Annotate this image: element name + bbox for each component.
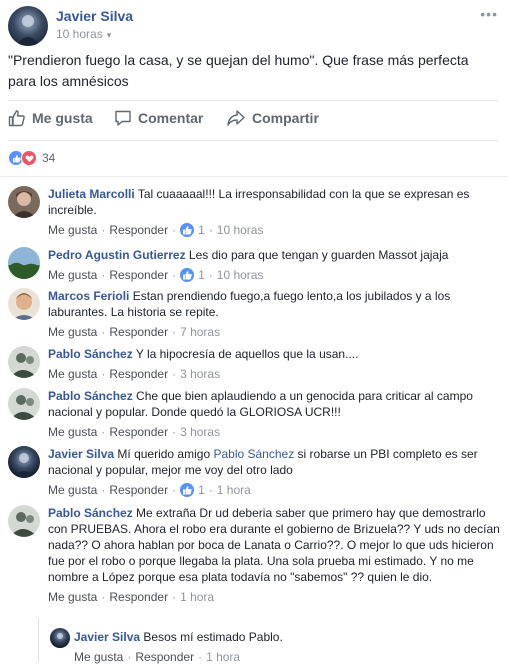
- caret-down-icon: ▾: [106, 30, 112, 40]
- comment-author[interactable]: Pablo Sánchez: [48, 389, 133, 403]
- share-arrow-icon: [227, 110, 245, 126]
- share-button[interactable]: Compartir: [226, 109, 319, 127]
- comment-text: Y la hipocresía de aquellos que la usan.…: [135, 347, 359, 361]
- comment-body: Javier Silva Mí querido amigo Pablo Sánc…: [48, 446, 500, 498]
- comment-author[interactable]: Pedro Agustin Gutierrez: [48, 248, 186, 262]
- comment-reply-link[interactable]: Responder: [135, 650, 194, 664]
- comment-time[interactable]: 1 hora: [217, 483, 251, 497]
- post-time-label: 10 horas: [56, 27, 103, 41]
- thumbs-up-icon: [8, 110, 25, 127]
- comment-like-count[interactable]: 1: [198, 268, 205, 282]
- comment-text: Mí querido amigo: [117, 447, 211, 461]
- comment-reply-link[interactable]: Responder: [109, 425, 168, 439]
- like-count-icon: [180, 223, 195, 237]
- comment-meta: Me gusta · Responder · 1 · 10 horas: [48, 223, 264, 237]
- divider: [8, 100, 498, 101]
- comment-like-link[interactable]: Me gusta: [48, 325, 97, 339]
- comment-like-count[interactable]: 1: [198, 483, 205, 497]
- avatar[interactable]: [8, 505, 40, 537]
- comment-author[interactable]: Pablo Sánchez: [48, 347, 133, 361]
- comment-author[interactable]: Pablo Sánchez: [48, 506, 133, 520]
- comment-author[interactable]: Javier Silva: [74, 630, 140, 644]
- comment-body: Pablo Sánchez Y la hipocresía de aquello…: [48, 346, 500, 382]
- comment-author[interactable]: Marcos Ferioli: [48, 289, 129, 303]
- comment-bubble-icon: [115, 110, 131, 126]
- comment-like-link[interactable]: Me gusta: [48, 223, 97, 237]
- like-count-icon: [180, 268, 195, 282]
- post-timestamp[interactable]: 10 horas ▾: [56, 27, 111, 41]
- post-author-name[interactable]: Javier Silva: [56, 8, 133, 24]
- comment-like-link[interactable]: Me gusta: [48, 268, 97, 282]
- comment-time[interactable]: 3 horas: [180, 367, 220, 381]
- comment-like-link[interactable]: Me gusta: [48, 590, 97, 604]
- avatar[interactable]: [8, 6, 48, 46]
- comment-meta: Me gusta · Responder · 7 horas: [48, 325, 221, 339]
- comment-body: Julieta Marcolli Tal cuaaaaal!!! La irre…: [48, 186, 500, 238]
- comment-time[interactable]: 1 hora: [206, 650, 240, 664]
- comment-body: Pablo Sánchez Me extraña Dr ud deberia s…: [48, 505, 500, 605]
- comment-like-link[interactable]: Me gusta: [48, 483, 97, 497]
- avatar[interactable]: [8, 288, 40, 320]
- comment-body: Pedro Agustin Gutierrez Les dio para que…: [48, 247, 500, 283]
- reactions-summary[interactable]: 34: [8, 150, 55, 166]
- mention-link[interactable]: Pablo Sánchez: [213, 447, 294, 461]
- comment-button-label: Comentar: [138, 110, 204, 126]
- comment-reply-link[interactable]: Responder: [109, 483, 168, 497]
- comment-reply-link[interactable]: Responder: [109, 268, 168, 282]
- avatar[interactable]: [8, 388, 40, 420]
- avatar[interactable]: [50, 628, 70, 648]
- comment-like-link[interactable]: Me gusta: [48, 367, 97, 381]
- avatar[interactable]: [8, 186, 40, 218]
- comment-body: Marcos Ferioli Estan prendiendo fuego,a …: [48, 288, 500, 340]
- post-actions-bar: Me gusta Comentar Compartir: [8, 104, 498, 138]
- love-reaction-icon: [21, 150, 37, 166]
- divider: [8, 140, 498, 141]
- comment-like-link[interactable]: Me gusta: [48, 425, 97, 439]
- comment-like-count[interactable]: 1: [198, 223, 205, 237]
- comment-like-link[interactable]: Me gusta: [74, 650, 123, 664]
- comment-reply-link[interactable]: Responder: [109, 223, 168, 237]
- post-text: "Prendieron fuego la casa, y se quejan d…: [8, 52, 469, 89]
- comment-meta: Me gusta · Responder · 1 · 1 hora: [48, 483, 251, 497]
- like-button[interactable]: Me gusta: [8, 109, 93, 127]
- avatar[interactable]: [8, 247, 40, 279]
- comment-body: Pablo Sánchez Che que bien aplaudiendo a…: [48, 388, 500, 440]
- comment-time[interactable]: 10 horas: [217, 268, 264, 282]
- comment-meta: Me gusta · Responder · 1 · 10 horas: [48, 268, 264, 282]
- comment-author[interactable]: Julieta Marcolli: [48, 187, 135, 201]
- share-button-label: Compartir: [252, 110, 319, 126]
- comment-time[interactable]: 3 horas: [180, 425, 220, 439]
- comment-meta: Me gusta · Responder · 3 horas: [48, 367, 221, 381]
- avatar[interactable]: [8, 346, 40, 378]
- comment-time[interactable]: 7 horas: [180, 325, 220, 339]
- comment-meta: Me gusta · Responder · 1 hora: [74, 650, 241, 664]
- comment-time[interactable]: 1 hora: [180, 590, 214, 604]
- like-count-icon: [180, 483, 195, 497]
- avatar[interactable]: [8, 446, 40, 478]
- post-header: Javier Silva 10 horas ▾ •••: [8, 6, 500, 50]
- comment-meta: Me gusta · Responder · 1 hora: [48, 590, 215, 604]
- divider: [0, 176, 508, 177]
- more-options-icon[interactable]: •••: [480, 6, 498, 22]
- comment-body: Javier Silva Besos mí estimado Pablo. Me…: [74, 629, 490, 665]
- reply-thread-line: [38, 618, 39, 662]
- comment-button[interactable]: Comentar: [114, 109, 203, 127]
- like-button-label: Me gusta: [32, 110, 93, 126]
- comment-meta: Me gusta · Responder · 3 horas: [48, 425, 221, 439]
- reaction-count: 34: [42, 151, 56, 165]
- comment-text: Besos mí estimado Pablo.: [143, 630, 283, 644]
- comment-reply-link[interactable]: Responder: [109, 590, 168, 604]
- comment-time[interactable]: 10 horas: [217, 223, 264, 237]
- comment-reply-link[interactable]: Responder: [109, 367, 168, 381]
- comment-text: Les dio para que tengan y guarden Massot…: [188, 248, 449, 262]
- comment-reply-link[interactable]: Responder: [109, 325, 168, 339]
- comment-author[interactable]: Javier Silva: [48, 447, 114, 461]
